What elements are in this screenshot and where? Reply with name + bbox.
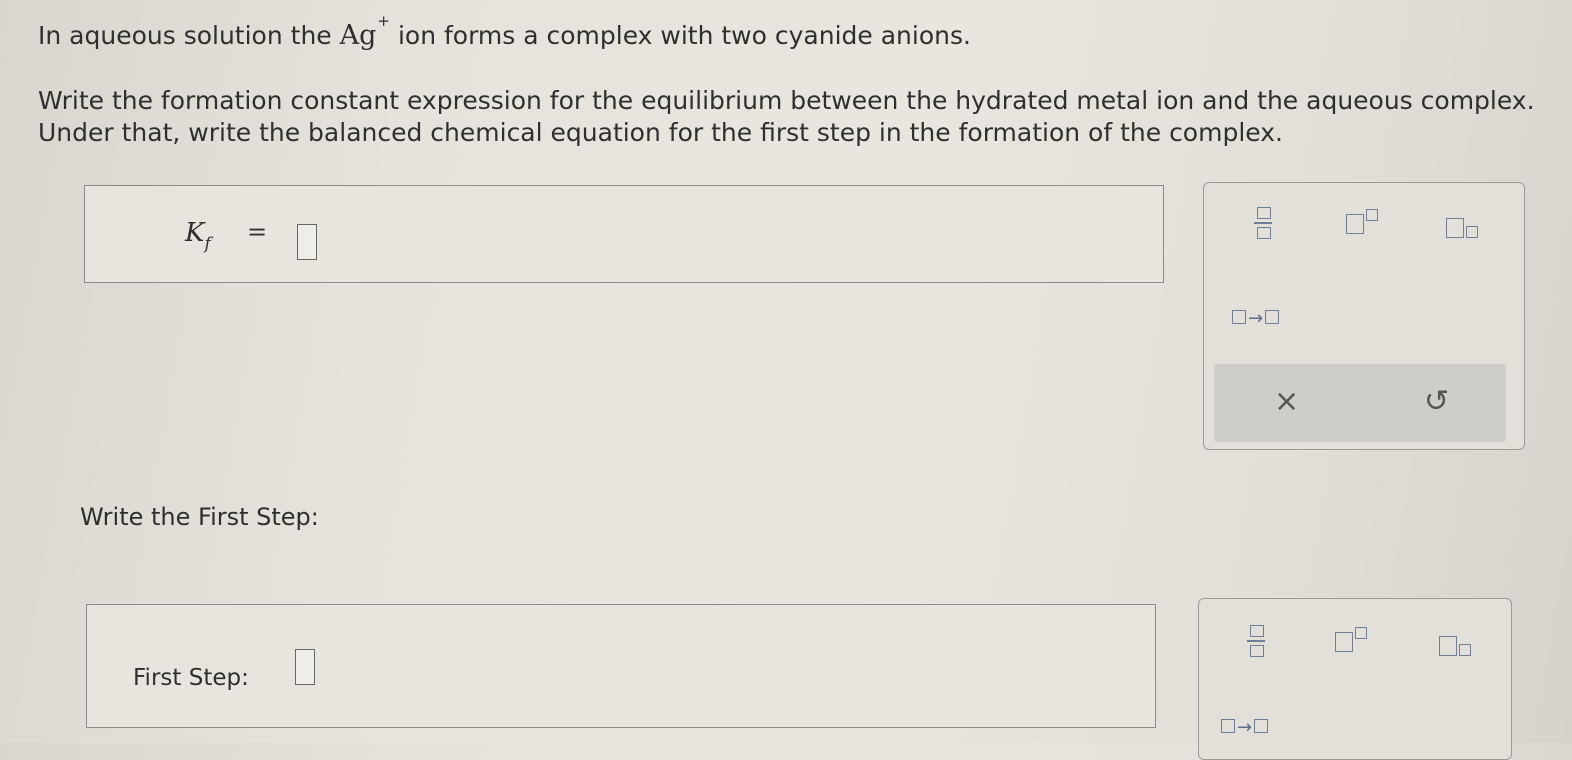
undo-button[interactable]: ↺ bbox=[1424, 384, 1449, 419]
instruction-line-1: Write the formation constant expression … bbox=[38, 86, 1535, 115]
reaction-arrow-icon[interactable]: → bbox=[1221, 717, 1269, 738]
palette-action-bar: × ↺ bbox=[1214, 364, 1506, 442]
kf-input-slot[interactable] bbox=[297, 224, 317, 260]
first-step-label: First Step: bbox=[133, 665, 249, 691]
fraction-icon[interactable] bbox=[1247, 625, 1265, 663]
subscript-icon[interactable] bbox=[1439, 631, 1471, 656]
clear-button[interactable]: × bbox=[1274, 384, 1299, 419]
kf-symbol: Kf bbox=[185, 218, 211, 254]
first-step-heading: Write the First Step: bbox=[80, 503, 319, 531]
first-step-answer-box[interactable]: First Step: bbox=[86, 604, 1156, 728]
question-intro: In aqueous solution the Ag+ ion forms a … bbox=[38, 12, 971, 51]
ion-charge: + bbox=[377, 12, 390, 30]
math-palette-2: → bbox=[1198, 598, 1512, 760]
ion-symbol: Ag bbox=[339, 20, 377, 51]
intro-text-start: In aqueous solution the bbox=[38, 21, 340, 50]
subscript-icon[interactable] bbox=[1446, 213, 1478, 238]
kf-subscript: f bbox=[204, 234, 211, 254]
intro-text-end: ion forms a complex with two cyanide ani… bbox=[390, 21, 971, 50]
equals-sign: = bbox=[247, 218, 268, 246]
superscript-icon[interactable] bbox=[1346, 209, 1378, 234]
math-palette-1: → × ↺ bbox=[1203, 182, 1525, 450]
superscript-icon[interactable] bbox=[1335, 627, 1367, 652]
kf-answer-box[interactable]: Kf = bbox=[84, 185, 1164, 283]
fraction-icon[interactable] bbox=[1254, 207, 1272, 245]
first-step-input-slot[interactable] bbox=[295, 649, 315, 685]
reaction-arrow-icon[interactable]: → bbox=[1232, 308, 1280, 329]
instruction-line-2: Under that, write the balanced chemical … bbox=[38, 118, 1283, 147]
